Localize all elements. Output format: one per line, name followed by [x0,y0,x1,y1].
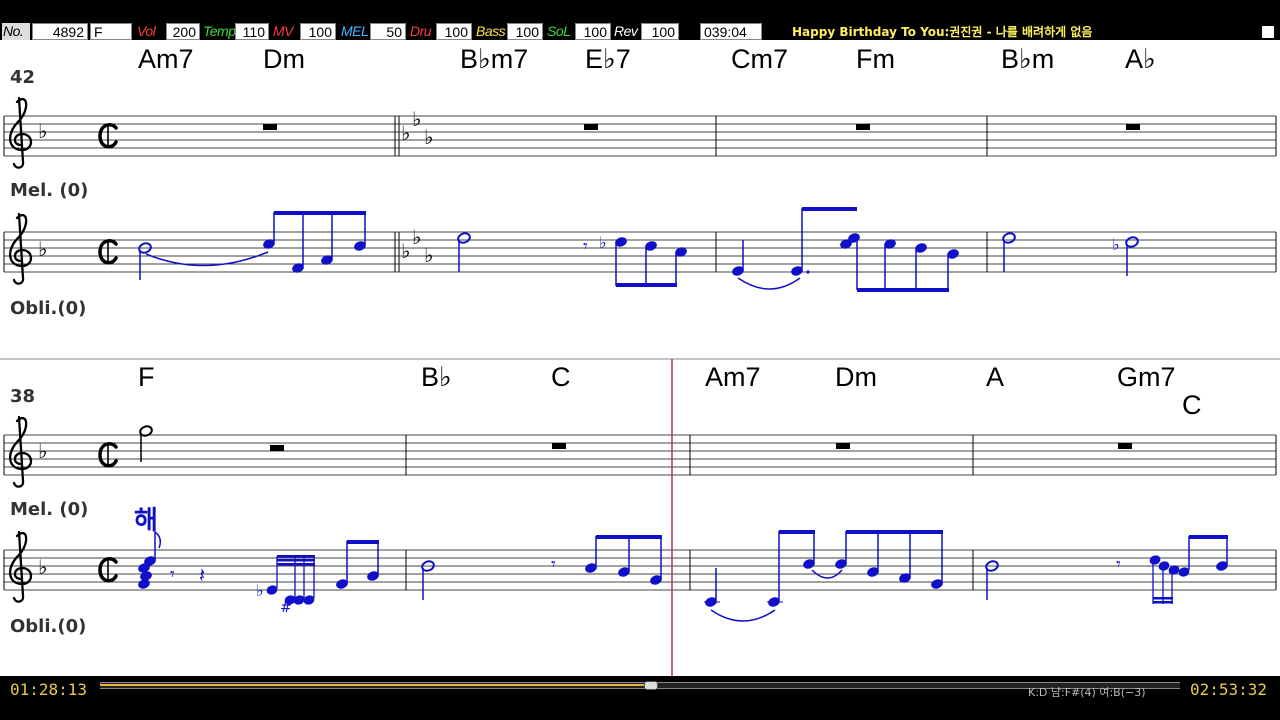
drum-field[interactable]: 100 [436,23,472,40]
common-time-icon [98,238,118,266]
sol-label: SoL [547,23,571,39]
vol-field[interactable]: 200 [166,23,200,40]
svg-text:♭: ♭ [412,225,421,249]
svg-text:♭: ♭ [38,237,47,261]
staff-label-obli: Obli.(0) [10,298,86,319]
sol-field[interactable]: 100 [575,23,611,40]
svg-text:♭: ♭ [38,555,47,579]
svg-text:♭: ♭ [401,239,410,263]
chord-symbol: Gm7 [1117,362,1176,392]
chord-symbol: B♭m [1001,44,1054,74]
drum-label: Dru [410,23,432,39]
staff-lines [4,434,1276,476]
rev-label: Rev [614,23,638,39]
chord-symbol: Dm [835,362,877,392]
svg-text:♭: ♭ [1112,235,1120,254]
common-time-icon [98,441,118,469]
progress-thumb[interactable] [643,681,658,690]
chord-symbol: Am7 [138,44,194,74]
chord-symbol: F [138,362,155,392]
key-change-flats: ♭ [401,121,410,145]
chord-symbol: B♭ [421,362,452,392]
chord-symbol: C [1182,390,1202,420]
svg-text:♭: ♭ [38,439,47,463]
system-2: F B♭ C Am7 Dm A Gm7 C 38 ♭ Mel. (0) 해 ♭ … [3,362,1277,637]
bass-field[interactable]: 100 [507,23,543,40]
chord-symbol: C [551,362,571,392]
elapsed-counter: 039:04 [700,23,762,40]
svg-text:𝄾: 𝄾 [170,564,175,585]
mv-field[interactable]: 100 [300,23,336,40]
common-time-icon [98,556,118,584]
chord-symbol: Dm [263,44,305,74]
key-field[interactable]: F [90,23,132,40]
melody-notes: 𝄾 𝄽 ♭ # 𝄾 𝄾 [138,530,1228,622]
chord-symbol: E♭7 [585,44,631,74]
tempo-label: Temp [203,23,236,39]
mel-field[interactable]: 50 [370,23,406,40]
svg-text:𝄽: 𝄽 [199,563,205,587]
treble-clef-icon [8,96,33,169]
melody-notes: 𝄾 ♭ ♭ [138,207,1139,292]
vol-label: Vol [137,23,156,39]
chord-symbol: B♭m7 [460,44,528,74]
tempo-field[interactable]: 110 [235,23,269,40]
treble-clef-icon [8,530,33,603]
song-title: Happy Birthday To You:권진권 - 나를 배려하게 없음 [792,25,1093,39]
svg-text:♭: ♭ [599,233,607,252]
song-number-label: No. [2,23,30,40]
svg-text:♭: ♭ [412,107,421,131]
progress-fill [100,684,651,686]
svg-text:♭: ♭ [256,581,264,600]
staff-lines [4,115,1276,157]
close-button[interactable] [1262,26,1274,38]
treble-clef-icon [8,212,33,285]
chord-symbol: A [986,362,1004,392]
svg-text:♭: ♭ [424,125,433,149]
total-time: 02:53:32 [1190,680,1268,699]
staff-label-obli: Obli.(0) [10,616,86,637]
svg-text:♭: ♭ [424,243,433,267]
chord-symbol: A♭ [1125,44,1156,74]
measure-number: 38 [10,386,35,407]
treble-clef-icon [8,415,33,488]
common-time-icon [98,122,118,150]
staff-label-mel: Mel. (0) [10,180,88,201]
flat-key-signature: ♭ [38,119,47,143]
bass-label: Bass [476,23,506,39]
score-area: Am7 Dm B♭m7 E♭7 Cm7 Fm B♭m A♭ 42 ♭ ♭ ♭ ♭… [0,40,1280,676]
chord-symbol: Cm7 [731,44,788,74]
mv-label: MV [273,23,294,39]
chord-symbol: Am7 [705,362,761,392]
progress-bar[interactable] [100,681,1180,690]
staff-lines [4,549,1276,591]
song-number-field[interactable]: 4892 [32,23,88,40]
top-status-bar: No. 4892 F Vol 200 Temp 110 MV 100 MEL 5… [0,0,1280,40]
staff-label-mel: Mel. (0) [10,499,88,520]
key-info: K:D 남:F#(4) 여:B(−3) [1028,686,1146,699]
barlines [394,116,1277,156]
measure-number: 42 [10,67,35,88]
system-1: Am7 Dm B♭m7 E♭7 Cm7 Fm B♭m A♭ 42 ♭ ♭ ♭ ♭… [3,44,1277,319]
bottom-status-bar: 01:28:13 K:D 남:F#(4) 여:B(−3) 02:53:32 [0,676,1280,720]
chord-symbol: Fm [856,44,895,74]
svg-text:𝄾: 𝄾 [551,554,556,575]
rev-field[interactable]: 100 [641,23,679,40]
current-time: 01:28:13 [10,680,88,699]
svg-text:𝄾: 𝄾 [583,236,588,257]
lyric-syllable: 해 [134,506,158,536]
mel-label: MEL [341,23,369,39]
svg-text:𝄾: 𝄾 [1116,554,1121,575]
score-sheet: Am7 Dm B♭m7 E♭7 Cm7 Fm B♭m A♭ 42 ♭ ♭ ♭ ♭… [0,44,1280,676]
